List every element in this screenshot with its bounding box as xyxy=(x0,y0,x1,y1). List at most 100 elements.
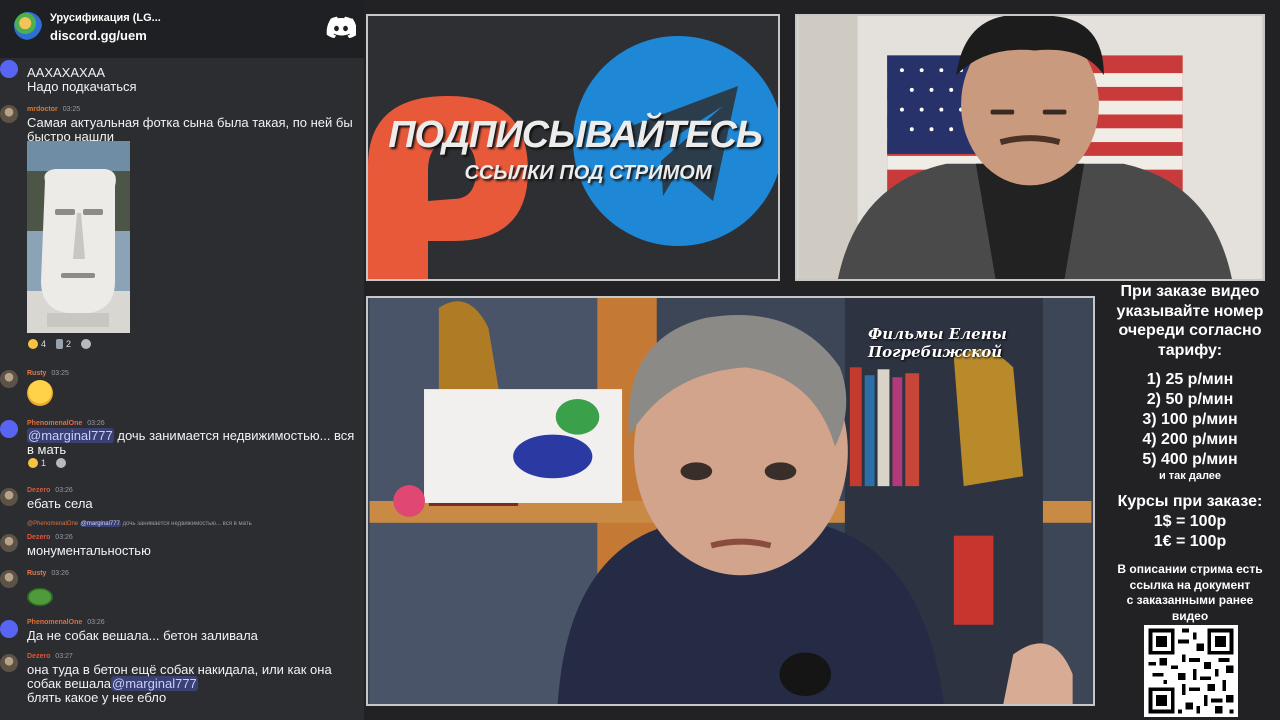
laughing-emoji-icon xyxy=(28,339,38,349)
reaction-count: 2 xyxy=(66,339,72,349)
rate-item: 1$ = 100р xyxy=(1153,513,1227,530)
message-body: блять какое у нее ебло xyxy=(27,690,167,705)
reply-mention: @marginal777 xyxy=(79,521,121,527)
username[interactable]: Rusty xyxy=(27,570,46,577)
reaction-smile[interactable] xyxy=(81,339,92,349)
message-text: Надо подкачаться xyxy=(27,79,137,94)
message-meta: Rusty 03:25 xyxy=(27,370,69,377)
tariff-item: 2) 50 р/мин xyxy=(1146,391,1234,408)
server-icon[interactable] xyxy=(14,12,42,40)
user-mention[interactable]: @marginal777 xyxy=(27,428,114,443)
add-reaction-icon xyxy=(56,458,67,468)
discord-chat-overlay: Урусификация (LG... discord.gg/uem ААХАХ… xyxy=(0,0,364,720)
reply-text: дочь занимается недвижимостью... вся в м… xyxy=(122,521,252,527)
server-invite-link[interactable]: discord.gg/uem xyxy=(50,28,147,43)
discord-logo-icon xyxy=(326,16,356,38)
desc-line: видео xyxy=(1171,608,1209,623)
username[interactable]: Dezero xyxy=(27,653,50,660)
order-instructions: При заказе видео указывайте номер очеред… xyxy=(1100,282,1280,360)
user-avatar[interactable] xyxy=(0,570,18,588)
timestamp: 03:25 xyxy=(51,370,69,377)
username[interactable]: PhenomenalOne xyxy=(27,420,82,427)
qr-code-icon[interactable] xyxy=(1144,625,1238,717)
user-avatar[interactable] xyxy=(0,654,18,672)
username[interactable]: Rusty xyxy=(27,370,46,377)
tariff-note: и так далее xyxy=(1158,470,1222,482)
user-avatar[interactable] xyxy=(0,370,18,388)
film-watermark: Фильмы Елены Погребижской xyxy=(868,325,1007,361)
tariff-item: 5) 400 р/мин xyxy=(1142,451,1238,468)
timestamp: 03:26 xyxy=(87,619,105,626)
desc-line: ссылка на документ xyxy=(1129,577,1251,592)
tariff-item: 4) 200 р/мин xyxy=(1142,431,1238,448)
banner-subtitle: ССЫЛКИ ПОД СТРИМОМ xyxy=(464,162,712,184)
timestamp: 03:26 xyxy=(55,487,73,494)
rates-heading: Курсы при заказе: xyxy=(1117,493,1263,510)
desc-line: с заказанными ранее xyxy=(1126,593,1254,607)
user-avatar[interactable] xyxy=(0,488,18,506)
laughing-emoji-icon xyxy=(28,458,38,468)
message-meta: Dezero 03:26 xyxy=(27,487,73,494)
banner-title: ПОДПИСЫВАЙТЕСЬ xyxy=(388,114,763,156)
info-line: При заказе видео xyxy=(1120,283,1260,300)
stream-layout: Урусификация (LG... discord.gg/uem ААХАХ… xyxy=(0,0,1280,720)
user-avatar[interactable] xyxy=(0,105,18,123)
user-avatar[interactable] xyxy=(0,60,18,78)
reaction-laughing[interactable]: 4 xyxy=(28,339,46,349)
order-info-panel: При заказе видео указывайте номер очеред… xyxy=(1100,282,1280,720)
tariff-item: 3) 100 р/мин xyxy=(1142,411,1238,428)
laughing-crying-emoji-icon xyxy=(27,380,53,406)
chat-header: Урусификация (LG... discord.gg/uem xyxy=(0,0,364,58)
message-meta: Dezero 03:26 xyxy=(27,534,73,541)
reaction-count: 1 xyxy=(41,458,47,468)
user-mention[interactable]: @marginal777 xyxy=(111,676,198,691)
trash-emoji-icon xyxy=(56,339,64,349)
username[interactable]: PhenomenalOne xyxy=(27,619,82,626)
timestamp: 03:26 xyxy=(87,420,105,427)
reaction-laughing[interactable]: 1 xyxy=(28,458,46,468)
reaction-trash[interactable]: 2 xyxy=(56,339,71,349)
message-text: она туда в бетон ещё собак накидала, или… xyxy=(27,663,363,705)
timestamp: 03:27 xyxy=(55,653,73,660)
username[interactable]: mrdoctor xyxy=(27,106,58,113)
webcam-feed xyxy=(795,14,1265,281)
reaction-bar: 1 xyxy=(28,458,67,468)
timestamp: 03:26 xyxy=(55,534,73,541)
server-name: Урусификация (LG... xyxy=(50,12,161,24)
user-avatar[interactable] xyxy=(0,620,18,638)
tariff-list: 1) 25 р/мин 2) 50 р/мин 3) 100 р/мин 4) … xyxy=(1100,370,1280,482)
reaction-smile[interactable] xyxy=(56,458,67,468)
username[interactable]: Dezero xyxy=(27,534,50,541)
description-note: В описании стрима есть ссылка на докумен… xyxy=(1100,562,1280,624)
user-avatar[interactable] xyxy=(0,420,18,438)
message-text: Самая актуальная фотка сына была такая, … xyxy=(27,115,353,144)
info-line: тарифу: xyxy=(1157,341,1223,359)
reply-username: @PhenomenalOne xyxy=(27,521,79,527)
desc-line: В описании стрима есть xyxy=(1117,562,1263,576)
film-video-feed: Фильмы Елены Погребижской xyxy=(366,296,1095,706)
pepe-emoji-icon xyxy=(27,588,53,606)
add-reaction-icon xyxy=(81,339,92,349)
message-text: @marginal777 дочь занимается недвижимост… xyxy=(27,428,363,457)
subscribe-banner: ПОДПИСЫВАЙТЕСЬ ССЫЛКИ ПОД СТРИМОМ xyxy=(366,14,780,281)
message-meta: mrdoctor 03:25 xyxy=(27,106,80,113)
message-meta: Rusty 03:26 xyxy=(27,570,69,577)
message-text: ААХАХАХАА xyxy=(27,65,106,80)
webcam-scene xyxy=(798,16,1262,279)
tariff-item: 1) 25 р/мин xyxy=(1146,371,1234,388)
message-meta: PhenomenalOne 03:26 xyxy=(27,420,105,427)
message-text: Да не собак вешала... бетон заливала xyxy=(27,628,258,643)
rate-item: 1€ = 100р xyxy=(1153,533,1227,550)
statue-photo-attachment[interactable] xyxy=(27,141,130,333)
reaction-bar: 4 2 xyxy=(28,339,92,349)
message-text: монументальностью xyxy=(27,543,151,558)
message-meta: Dezero 03:27 xyxy=(27,653,73,660)
info-line: очереди согласно xyxy=(1118,322,1262,339)
timestamp: 03:25 xyxy=(62,106,81,113)
message-meta: PhenomenalOne 03:26 xyxy=(27,619,105,626)
info-line: указывайте номер xyxy=(1116,302,1264,320)
reply-preview[interactable]: @PhenomenalOne @marginal777 дочь занимае… xyxy=(27,521,252,527)
timestamp: 03:26 xyxy=(51,570,69,577)
user-avatar[interactable] xyxy=(0,534,18,552)
username[interactable]: Dezero xyxy=(27,487,50,494)
